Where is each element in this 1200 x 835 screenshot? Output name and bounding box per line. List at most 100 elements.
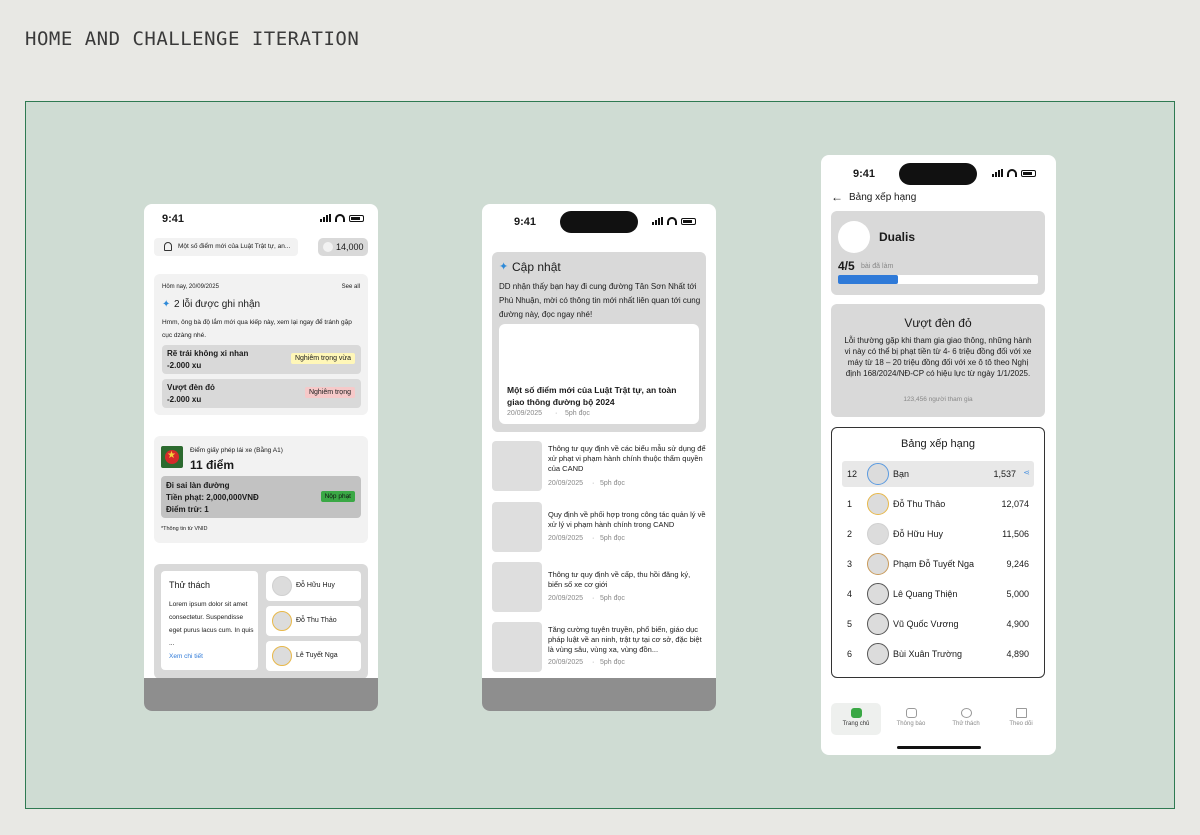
- errors-card: Hôm nay, 20/09/2025 See all ✦ 2 lỗi được…: [154, 274, 368, 415]
- wifi-icon: [335, 214, 345, 222]
- battery-icon: [349, 214, 364, 222]
- leaderboard-row[interactable]: 4 Lê Quang Thiện 5,000: [842, 581, 1034, 607]
- meta-dot: ·: [592, 659, 595, 666]
- error-amount: -2.000 xu: [167, 361, 202, 370]
- meta-dot: ·: [592, 480, 595, 487]
- leaderboard-title: Bảng xếp hạng: [900, 438, 975, 450]
- article-item[interactable]: Quy định về phối hợp trong công tác quản…: [492, 502, 706, 554]
- rank-number: 6: [847, 649, 853, 659]
- progress-fill: [838, 275, 898, 284]
- challenger-name: Lê Tuyết Nga: [296, 652, 338, 659]
- errors-title: 2 lỗi được ghi nhận: [174, 299, 261, 310]
- player-name: Lê Quang Thiện: [893, 589, 958, 599]
- nav-home[interactable]: Trang chủ: [831, 703, 881, 735]
- player-name: Đỗ Hữu Huy: [893, 529, 944, 539]
- meta-dot: ·: [592, 595, 595, 602]
- challenger-item[interactable]: Đỗ Hữu Huy: [266, 571, 361, 601]
- meta-dot: ·: [555, 410, 558, 417]
- rank-number: 2: [847, 529, 853, 539]
- player-name: Bùi Xuân Trường: [893, 649, 962, 659]
- leaderboard-row-me[interactable]: 12 Bạn 1,537 ⋖: [842, 461, 1034, 487]
- notice-text: Một số điểm mới của Luật Trật tự, an...: [178, 243, 291, 250]
- update-desc: DD nhận thấy bạn hay đi cung đường Tân S…: [499, 282, 701, 319]
- progress-track: [838, 275, 1038, 284]
- player-name: Đỗ Thu Thảo: [893, 499, 946, 509]
- pay-fine-button[interactable]: Nộp phạt: [320, 491, 355, 502]
- notification-icon: [905, 708, 917, 718]
- signal-icon: [992, 169, 1003, 177]
- user-name: Dualis: [879, 230, 916, 244]
- dynamic-island: [899, 163, 977, 185]
- nav-follow[interactable]: Theo dõi: [996, 703, 1046, 735]
- article-item[interactable]: Thông tư quy định về cấp, thu hồi đăng k…: [492, 562, 706, 614]
- see-all-link[interactable]: See all: [342, 284, 360, 290]
- leaderboard-row[interactable]: 3 Phạm Đỗ Tuyết Nga 9,246: [842, 551, 1034, 577]
- violation-item[interactable]: Đi sai làn đường Tiền phạt: 2,000,000VNĐ…: [161, 476, 361, 518]
- featured-title: Một số điểm mới của Luật Trật tự, an toà…: [507, 385, 677, 407]
- license-points: 11 điểm: [190, 458, 235, 472]
- player-name: Bạn: [893, 469, 910, 479]
- share-icon[interactable]: ⋖: [1023, 468, 1030, 477]
- article-date: 20/09/2025: [548, 595, 584, 602]
- avatar: [272, 611, 292, 631]
- bottom-nav: Trang chủ Thông báo Thử thách Theo dõi: [829, 703, 1048, 737]
- avatar: [867, 583, 889, 605]
- status-icons: [992, 169, 1036, 177]
- avatar: [838, 221, 870, 253]
- errors-desc: Hmm, ông bà độ lắm mới qua kiếp này, xem…: [162, 319, 352, 339]
- violation-fine: Tiền phạt: 2,000,000VNĐ: [166, 493, 259, 502]
- challenge-detail-link[interactable]: Xem chi tiết: [169, 653, 203, 660]
- notice-pill[interactable]: Một số điểm mới của Luật Trật tự, an...: [154, 238, 298, 256]
- article-item[interactable]: Tăng cường tuyên truyền, phổ biến, giáo …: [492, 622, 706, 674]
- challenge-title: Thử thách: [169, 580, 211, 590]
- leaderboard-row[interactable]: 6 Bùi Xuân Trường 4,890: [842, 641, 1034, 667]
- home-indicator: [897, 746, 981, 749]
- player-name: Vũ Quốc Vương: [893, 619, 959, 629]
- back-arrow-icon[interactable]: ←: [831, 190, 843, 204]
- avatar: [867, 463, 889, 485]
- progress-label: bài đã làm: [861, 263, 894, 270]
- status-icons: [320, 214, 364, 222]
- error-item[interactable]: Rẽ trái không xi nhan -2.000 xu Nghiêm t…: [162, 345, 361, 374]
- bell-icon: [164, 242, 172, 251]
- featured-date: 20/09/2025: [507, 410, 543, 417]
- meta-dot: ·: [592, 535, 595, 542]
- article-thumbnail: [492, 622, 542, 672]
- wifi-icon: [1007, 169, 1017, 177]
- sparkle-icon: ✦: [499, 261, 509, 273]
- leaderboard-row[interactable]: 2 Đỗ Hữu Huy 11,506: [842, 521, 1034, 547]
- article-read: 5ph đọc: [600, 535, 625, 542]
- update-title: Cập nhật: [512, 260, 561, 274]
- nav-label: Trang chủ: [842, 721, 870, 727]
- featured-article[interactable]: Một số điểm mới của Luật Trật tự, an toà…: [499, 324, 699, 424]
- nav-notifications[interactable]: Thông báo: [886, 703, 936, 735]
- player-score: 5,000: [1006, 589, 1029, 599]
- article-read: 5ph đọc: [600, 480, 625, 487]
- avatar: [867, 523, 889, 545]
- error-item[interactable]: Vượt đèn đỏ -2.000 xu Nghiêm trọng: [162, 379, 361, 408]
- player-score: 4,900: [1006, 619, 1029, 629]
- challenger-item[interactable]: Đỗ Thu Thảo: [266, 606, 361, 636]
- player-score: 1,537: [993, 469, 1016, 479]
- challenge-box[interactable]: Thử thách Lorem ipsum dolor sit amet con…: [161, 571, 258, 670]
- leaderboard-row[interactable]: 5 Vũ Quốc Vương 4,900: [842, 611, 1034, 637]
- nav-challenges[interactable]: Thử thách: [941, 703, 991, 735]
- coin-balance[interactable]: 14,000: [318, 238, 368, 256]
- article-item[interactable]: Thông tư quy định về các biểu mẫu sử dụn…: [492, 441, 706, 493]
- nav-label: Thử thách: [952, 721, 980, 727]
- article-thumbnail: [492, 562, 542, 612]
- status-time: 9:41: [514, 216, 537, 228]
- error-amount: -2.000 xu: [167, 395, 202, 404]
- error-name: Vượt đèn đỏ: [167, 383, 215, 392]
- dynamic-island: [560, 211, 638, 233]
- participant-count: 123,456 người tham gia: [903, 396, 973, 403]
- challenge-info-card: Vượt đèn đỏ Lỗi thường gặp khi tham gia …: [831, 304, 1045, 417]
- wifi-icon: [667, 217, 677, 225]
- battery-icon: [681, 217, 696, 225]
- phone-home: 9:41 Một số điểm mới của Luật Trật tự, a…: [144, 204, 378, 711]
- status-time: 9:41: [853, 168, 876, 180]
- challenger-item[interactable]: Lê Tuyết Nga: [266, 641, 361, 671]
- leaderboard-row[interactable]: 1 Đỗ Thu Thảo 12,074: [842, 491, 1034, 517]
- info-source: *Thông tin từ VNID: [161, 526, 208, 532]
- rank-number: 5: [847, 619, 853, 629]
